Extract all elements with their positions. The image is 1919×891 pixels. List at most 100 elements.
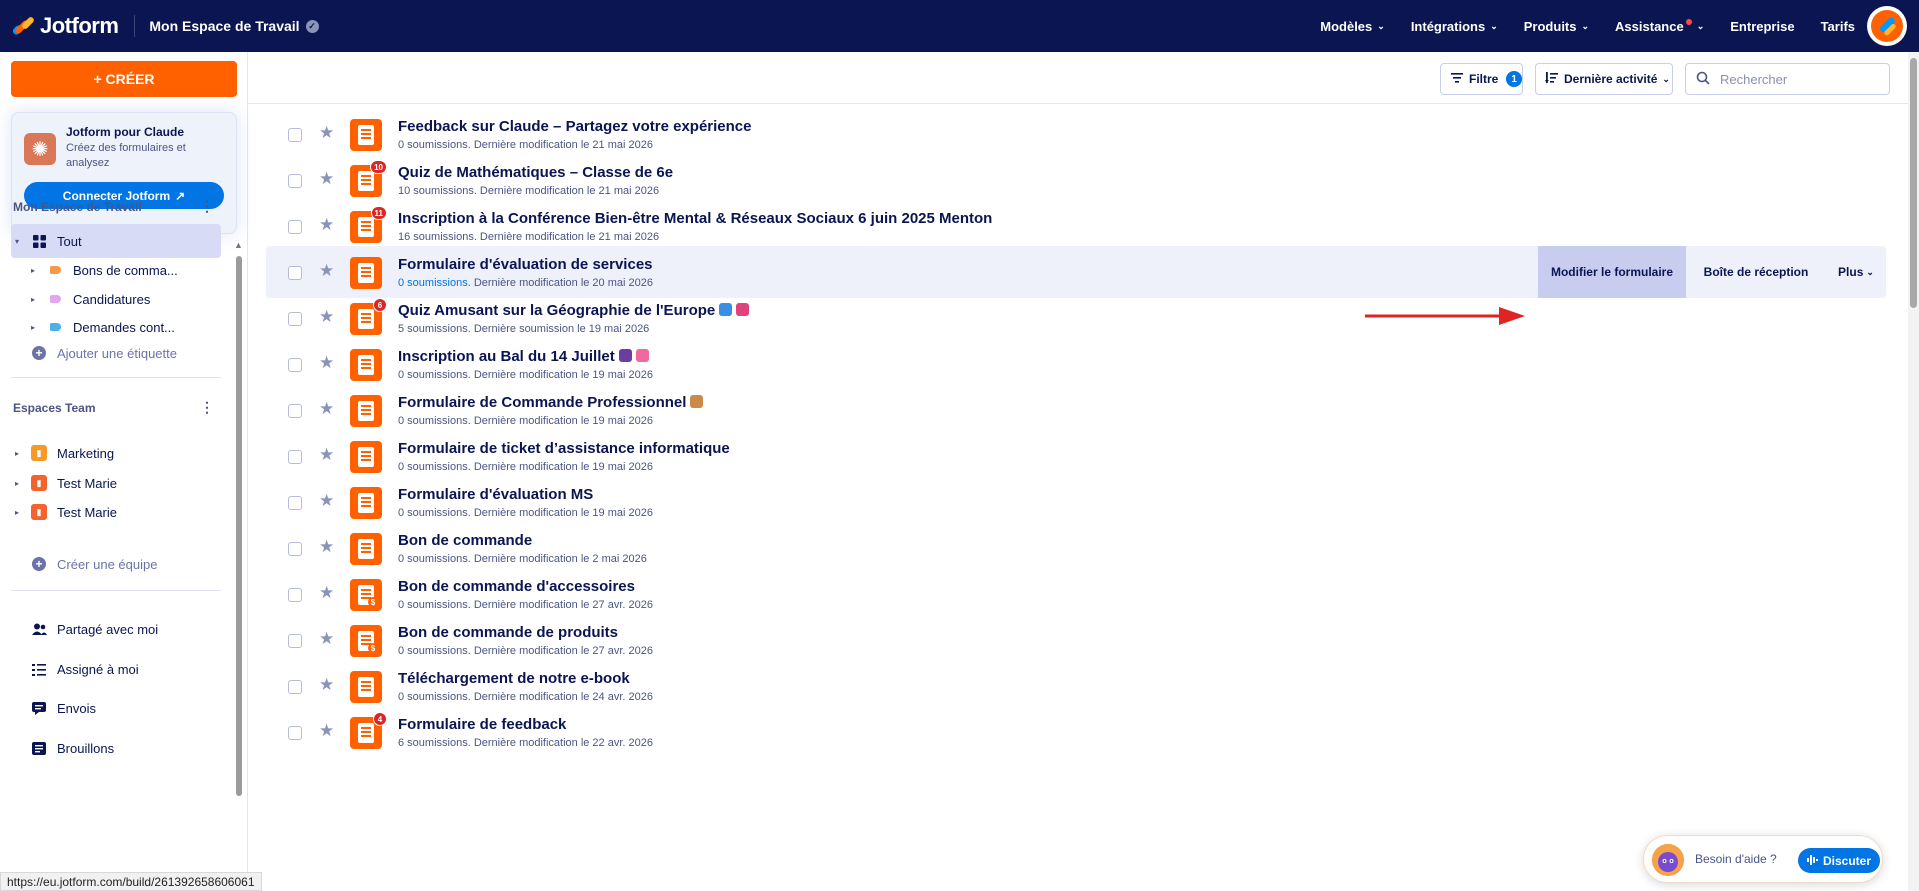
submission-count[interactable]: 0 soumissions.: [398, 277, 471, 289]
edit-form-button[interactable]: Modifier le formulaire: [1538, 246, 1686, 298]
star-icon[interactable]: ★: [319, 583, 334, 603]
sidebar-link-1[interactable]: Assigné à moi: [11, 652, 221, 686]
form-row[interactable]: ★ Formulaire de ticket d’assistance infor…: [266, 430, 1886, 482]
star-icon[interactable]: ★: [319, 215, 334, 235]
select-checkbox[interactable]: [288, 174, 302, 188]
team-item-2[interactable]: ▸ ▮ Test Marie: [11, 495, 221, 529]
select-checkbox[interactable]: [288, 542, 302, 556]
scroll-thumb[interactable]: [236, 256, 242, 796]
form-title[interactable]: Bon de commande d'accessoires: [398, 578, 635, 595]
form-row[interactable]: ★ 10 Quiz de Mathématiques – Classe de 6e 1…: [266, 154, 1886, 206]
select-checkbox[interactable]: [288, 358, 302, 372]
select-checkbox[interactable]: [288, 634, 302, 648]
inbox-button[interactable]: Boîte de réception: [1686, 246, 1826, 298]
create-button[interactable]: + CRÉER: [11, 61, 237, 97]
nav-item-0[interactable]: Modèles ⌄: [1320, 19, 1385, 34]
user-avatar[interactable]: [1867, 6, 1907, 46]
star-icon[interactable]: ★: [319, 721, 334, 741]
select-checkbox[interactable]: [288, 496, 302, 510]
star-icon[interactable]: ★: [319, 491, 334, 511]
star-icon[interactable]: ★: [319, 399, 334, 419]
caret-down-icon[interactable]: ▾: [11, 237, 23, 246]
form-title[interactable]: Quiz de Mathématiques – Classe de 6e: [398, 164, 673, 181]
caret-right-icon[interactable]: ▸: [11, 508, 23, 517]
form-row[interactable]: ★ Formulaire de Commande Professionnel 0 s…: [266, 384, 1886, 436]
main-scrollbar[interactable]: [1908, 52, 1919, 891]
teams-more-icon[interactable]: ⋮: [200, 399, 214, 416]
caret-right-icon[interactable]: ▸: [11, 449, 23, 458]
more-button[interactable]: Plus ⌄: [1826, 246, 1886, 298]
form-title[interactable]: Formulaire d'évaluation MS: [398, 486, 593, 503]
star-icon[interactable]: ★: [319, 307, 334, 327]
select-checkbox[interactable]: [288, 220, 302, 234]
form-row[interactable]: ★ Inscription au Bal du 14 Juillet 0 soumi…: [266, 338, 1886, 390]
form-row[interactable]: ★ Téléchargement de notre e-book 0 soumiss…: [266, 660, 1886, 712]
workspace-more-icon[interactable]: ⋮: [200, 198, 214, 215]
filter-button[interactable]: Filtre 1: [1440, 63, 1523, 95]
form-row[interactable]: ★ 4 Formulaire de feedback 6 soumissions. D…: [266, 706, 1886, 758]
jotform-logo[interactable]: Jotform: [11, 0, 119, 52]
sidebar-link-3[interactable]: Brouillons: [11, 731, 221, 765]
form-title[interactable]: Feedback sur Claude – Partagez votre exp…: [398, 118, 752, 135]
form-row[interactable]: ★ 6 Quiz Amusant sur la Géographie de l'Eu…: [266, 292, 1886, 344]
sidebar-scrollbar[interactable]: ▲: [233, 240, 243, 840]
scroll-up-icon[interactable]: ▲: [234, 240, 243, 250]
star-icon[interactable]: ★: [319, 169, 334, 189]
nav-item-1[interactable]: Intégrations ⌄: [1411, 19, 1498, 34]
star-icon[interactable]: ★: [319, 123, 334, 143]
select-checkbox[interactable]: [288, 588, 302, 602]
form-title[interactable]: Formulaire d'évaluation de services: [398, 256, 653, 273]
form-title[interactable]: Quiz Amusant sur la Géographie de l'Euro…: [398, 302, 750, 319]
search-input[interactable]: [1720, 71, 1880, 87]
star-icon[interactable]: ★: [319, 445, 334, 465]
form-row[interactable]: ★ Bon de commande 0 soumissions. Dernière …: [266, 522, 1886, 574]
caret-right-icon[interactable]: ▸: [11, 479, 23, 488]
star-icon[interactable]: ★: [319, 675, 334, 695]
form-title[interactable]: Bon de commande: [398, 532, 532, 549]
form-row[interactable]: ★ 11 Inscription à la Conférence Bien-être…: [266, 200, 1886, 252]
form-title[interactable]: Inscription à la Conférence Bien-être Me…: [398, 210, 992, 227]
form-row[interactable]: ★ Feedback sur Claude – Partagez votre ex…: [266, 108, 1886, 160]
star-icon[interactable]: ★: [319, 537, 334, 557]
select-checkbox[interactable]: [288, 266, 302, 280]
form-title[interactable]: Formulaire de ticket d’assistance inform…: [398, 440, 730, 457]
form-title[interactable]: Formulaire de feedback: [398, 716, 566, 733]
star-icon[interactable]: ★: [319, 353, 334, 373]
help-widget[interactable]: Besoin d'aide ? Discuter: [1643, 835, 1883, 883]
form-title[interactable]: Formulaire de Commande Professionnel: [398, 394, 704, 411]
form-row[interactable]: ★ Formulaire d'évaluation de services 0 so…: [266, 246, 1886, 298]
form-title[interactable]: Téléchargement de notre e-book: [398, 670, 630, 687]
main-scroll-thumb[interactable]: [1910, 58, 1917, 308]
nav-item-4[interactable]: Entreprise: [1730, 19, 1794, 34]
form-row[interactable]: ★ $ Bon de commande d'accessoires 0 soumiss…: [266, 568, 1886, 620]
select-checkbox[interactable]: [288, 450, 302, 464]
nav-item-5[interactable]: Tarifs: [1821, 19, 1855, 34]
sidebar-link-0[interactable]: Partagé avec moi: [11, 612, 221, 646]
create-team-text: Créer une équipe: [57, 556, 158, 572]
caret-right-icon[interactable]: ▸: [27, 323, 39, 332]
nav-item-3[interactable]: Assistance ⌄: [1615, 19, 1704, 34]
select-checkbox[interactable]: [288, 404, 302, 418]
caret-right-icon[interactable]: ▸: [27, 295, 39, 304]
sidebar-link-2[interactable]: Envois: [11, 691, 221, 725]
select-checkbox[interactable]: [288, 312, 302, 326]
form-title[interactable]: Inscription au Bal du 14 Juillet: [398, 348, 649, 365]
nav-item-2[interactable]: Produits ⌄: [1524, 19, 1589, 34]
team-item-0[interactable]: ▸ ▮ Marketing: [11, 436, 221, 470]
create-team-button[interactable]: + Créer une équipe: [11, 547, 221, 581]
form-meta: 10 soumissions. Dernière modification le…: [398, 185, 659, 197]
select-checkbox[interactable]: [288, 128, 302, 142]
star-icon[interactable]: ★: [319, 629, 334, 649]
select-checkbox[interactable]: [288, 680, 302, 694]
add-label-button[interactable]: + Ajouter une étiquette: [11, 336, 221, 370]
search-box[interactable]: [1685, 63, 1890, 95]
caret-right-icon[interactable]: ▸: [27, 266, 39, 275]
sort-button[interactable]: Dernière activité ⌄: [1535, 63, 1673, 95]
form-row[interactable]: ★ $ Bon de commande de produits 0 soumissio…: [266, 614, 1886, 666]
chat-button[interactable]: Discuter: [1798, 848, 1880, 873]
select-checkbox[interactable]: [288, 726, 302, 740]
form-row[interactable]: ★ Formulaire d'évaluation MS 0 soumissions…: [266, 476, 1886, 528]
star-icon[interactable]: ★: [319, 261, 334, 281]
form-title[interactable]: Bon de commande de produits: [398, 624, 618, 641]
workspace-title[interactable]: Mon Espace de Travail ✓: [149, 18, 319, 34]
